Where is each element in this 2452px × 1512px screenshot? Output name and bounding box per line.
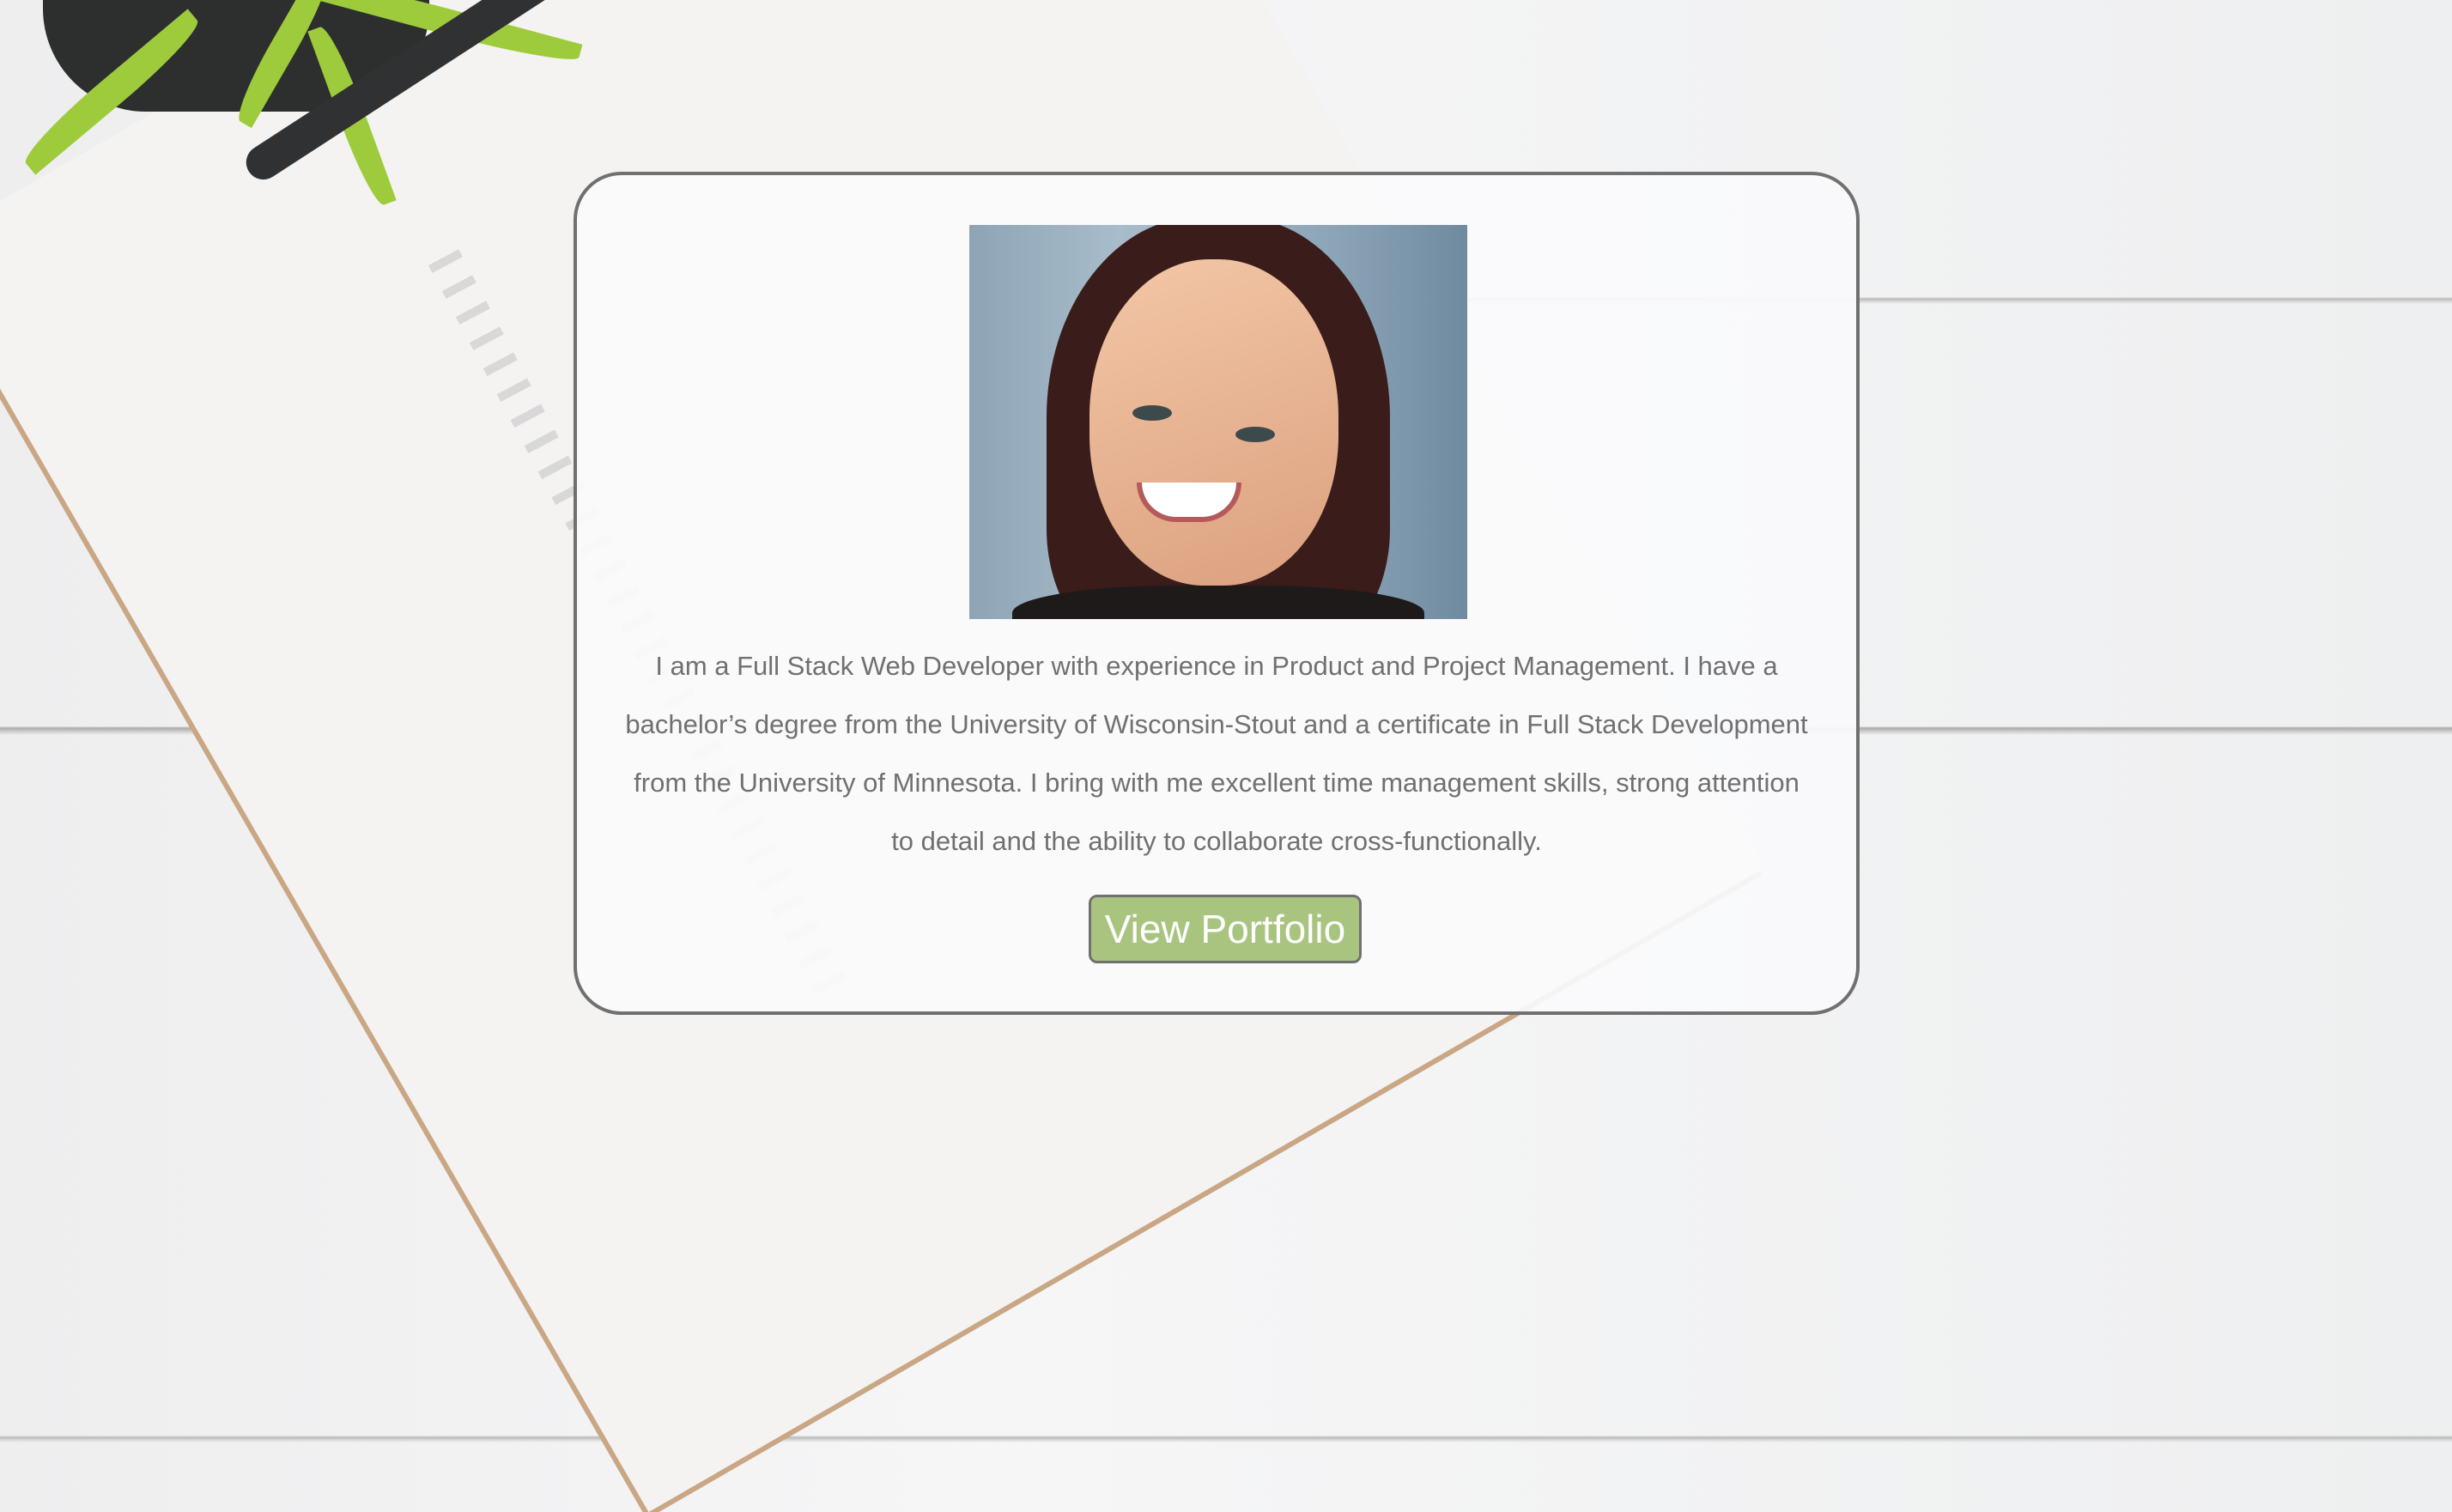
photo-eye — [1235, 427, 1275, 442]
view-portfolio-button[interactable]: View Portfolio — [1089, 895, 1362, 963]
bio-text: I am a Full Stack Web Developer with exp… — [625, 651, 1808, 856]
photo-face — [1089, 259, 1338, 586]
photo-eye — [1132, 405, 1172, 421]
profile-photo — [969, 225, 1467, 619]
profile-card: I am a Full Stack Web Developer with exp… — [574, 172, 1860, 1015]
